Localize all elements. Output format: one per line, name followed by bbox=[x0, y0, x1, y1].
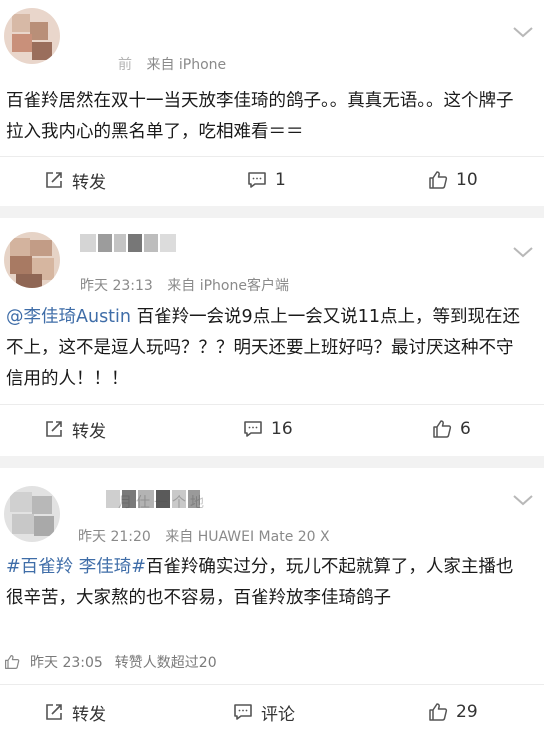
comment-count: 1 bbox=[275, 170, 286, 190]
like-summary-text: 转赞人数超过20 bbox=[114, 655, 217, 671]
avatar[interactable] bbox=[4, 8, 60, 64]
like-summary-time: 昨天 23:05 bbox=[30, 655, 103, 671]
repost-button[interactable]: 转发 bbox=[44, 407, 106, 451]
like-summary[interactable]: 昨天 23:05 转赞人数超过20 bbox=[4, 652, 217, 672]
comment-button[interactable]: 16 bbox=[243, 407, 293, 451]
username-fragment: 月仕一个地 bbox=[118, 495, 208, 511]
post-source[interactable]: 来自 iPhone bbox=[146, 57, 226, 73]
like-button[interactable]: 29 bbox=[428, 690, 478, 734]
separator bbox=[0, 206, 544, 218]
comment-icon bbox=[248, 172, 266, 188]
post-source[interactable]: 来自 iPhone客户端 bbox=[167, 278, 289, 294]
repost-icon bbox=[46, 704, 62, 720]
action-bar: 转发 评论 29 bbox=[0, 690, 544, 734]
username-redacted[interactable] bbox=[80, 234, 178, 252]
like-count: 6 bbox=[460, 419, 471, 439]
post-card: 前 来自 iPhone 百雀羚居然在双十一当天放李佳琦的鸽子。。真真无语。。这个… bbox=[0, 0, 544, 206]
action-bar: 转发 16 6 bbox=[0, 407, 544, 451]
like-button[interactable]: 10 bbox=[428, 158, 478, 202]
post-text: @李佳琦Austin 百雀羚一会说9点上一会又说11点上，等到现在还不上，这不是… bbox=[6, 302, 530, 395]
avatar[interactable] bbox=[4, 486, 60, 542]
comment-icon bbox=[244, 421, 262, 437]
post-meta: 昨天 23:13 来自 iPhone客户端 bbox=[80, 275, 289, 295]
comment-button[interactable]: 评论 bbox=[233, 690, 295, 734]
post-text: 百雀羚居然在双十一当天放李佳琦的鸽子。。真真无语。。这个牌子拉入我内心的黑名单了… bbox=[6, 91, 514, 142]
repost-button[interactable]: 转发 bbox=[44, 690, 106, 734]
like-count: 10 bbox=[456, 170, 478, 190]
chevron-down-icon[interactable] bbox=[512, 493, 534, 507]
comment-icon bbox=[234, 704, 252, 720]
post-source[interactable]: 来自 HUAWEI Mate 20 X bbox=[165, 529, 329, 545]
separator bbox=[0, 456, 544, 468]
hashtag-link[interactable]: #百雀羚 李佳琦# bbox=[6, 557, 146, 577]
post-time: 昨天 23:13 bbox=[80, 278, 153, 294]
divider bbox=[0, 156, 544, 157]
action-bar: 转发 1 10 bbox=[0, 158, 544, 202]
divider bbox=[0, 684, 544, 685]
repost-icon bbox=[46, 421, 62, 437]
chevron-down-icon[interactable] bbox=[512, 245, 534, 259]
post-meta: 前 来自 iPhone bbox=[118, 54, 226, 74]
repost-label: 转发 bbox=[72, 704, 106, 725]
comment-button[interactable]: 1 bbox=[247, 158, 286, 202]
divider bbox=[0, 404, 544, 405]
repost-icon bbox=[46, 172, 62, 188]
post-card: 昨天 23:13 来自 iPhone客户端 @李佳琦Austin 百雀羚一会说9… bbox=[0, 218, 544, 456]
chevron-down-icon[interactable] bbox=[512, 25, 534, 39]
repost-button[interactable]: 转发 bbox=[44, 158, 106, 202]
like-button[interactable]: 6 bbox=[432, 407, 471, 451]
mention-link[interactable]: @李佳琦Austin bbox=[6, 307, 131, 327]
avatar[interactable] bbox=[4, 232, 60, 288]
like-icon bbox=[429, 703, 448, 721]
post-time: 昨天 21:20 bbox=[78, 529, 151, 545]
post-time: 前 bbox=[118, 57, 132, 73]
comment-label: 评论 bbox=[261, 704, 295, 725]
repost-label: 转发 bbox=[72, 172, 106, 193]
like-icon bbox=[429, 171, 448, 189]
repost-label: 转发 bbox=[72, 421, 106, 442]
comment-count: 16 bbox=[271, 419, 293, 439]
post-text: #百雀羚 李佳琦#百雀羚确实过分，玩儿不起就算了，人家主播也很辛苦，大家熬的也不… bbox=[6, 552, 530, 614]
like-icon bbox=[5, 655, 20, 669]
like-count: 29 bbox=[456, 702, 478, 722]
post-card: 月仕一个地 昨天 21:20 来自 HUAWEI Mate 20 X #百雀羚 … bbox=[0, 468, 544, 737]
post-meta: 昨天 21:20 来自 HUAWEI Mate 20 X bbox=[78, 526, 330, 546]
like-icon bbox=[433, 420, 452, 438]
